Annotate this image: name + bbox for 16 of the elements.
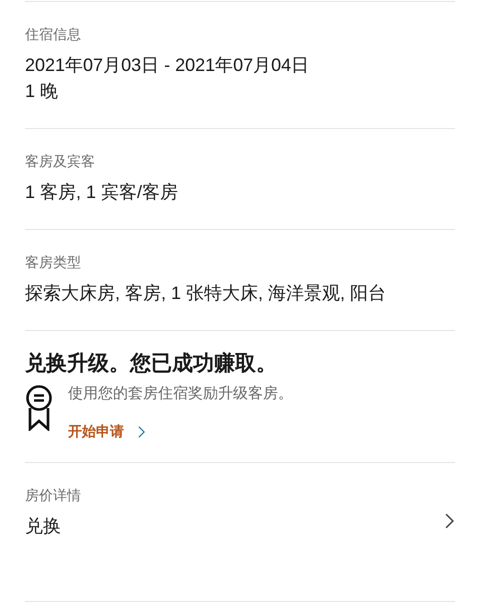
award-ribbon-icon xyxy=(25,385,53,431)
section-label: 客房及宾客 xyxy=(25,152,96,171)
upgrade-title: 兑换升级。您已成功赚取。 xyxy=(25,350,278,377)
apply-link[interactable]: 开始申请 xyxy=(68,421,145,442)
section-label: 房价详情 xyxy=(25,486,81,505)
section-value: 2021年07月03日 - 2021年07月04日 xyxy=(25,54,310,77)
section-value: 探索大床房, 客房, 1 张特大床, 海洋景观, 阳台 xyxy=(25,282,388,305)
price-details-row[interactable]: 房价详情 兑换 xyxy=(25,463,455,602)
section-value: 1 晚 xyxy=(25,80,60,103)
chevron-right-icon xyxy=(138,426,145,438)
upgrade-description: 使用您的套房住宿奖励升级客房。 xyxy=(68,384,293,404)
section-label: 客房类型 xyxy=(25,253,82,272)
chevron-right-icon xyxy=(445,512,454,530)
section-value: 兑换 xyxy=(25,515,62,538)
section-value: 1 客房, 1 宾客/客房 xyxy=(25,181,180,204)
section-label: 住宿信息 xyxy=(25,25,82,44)
